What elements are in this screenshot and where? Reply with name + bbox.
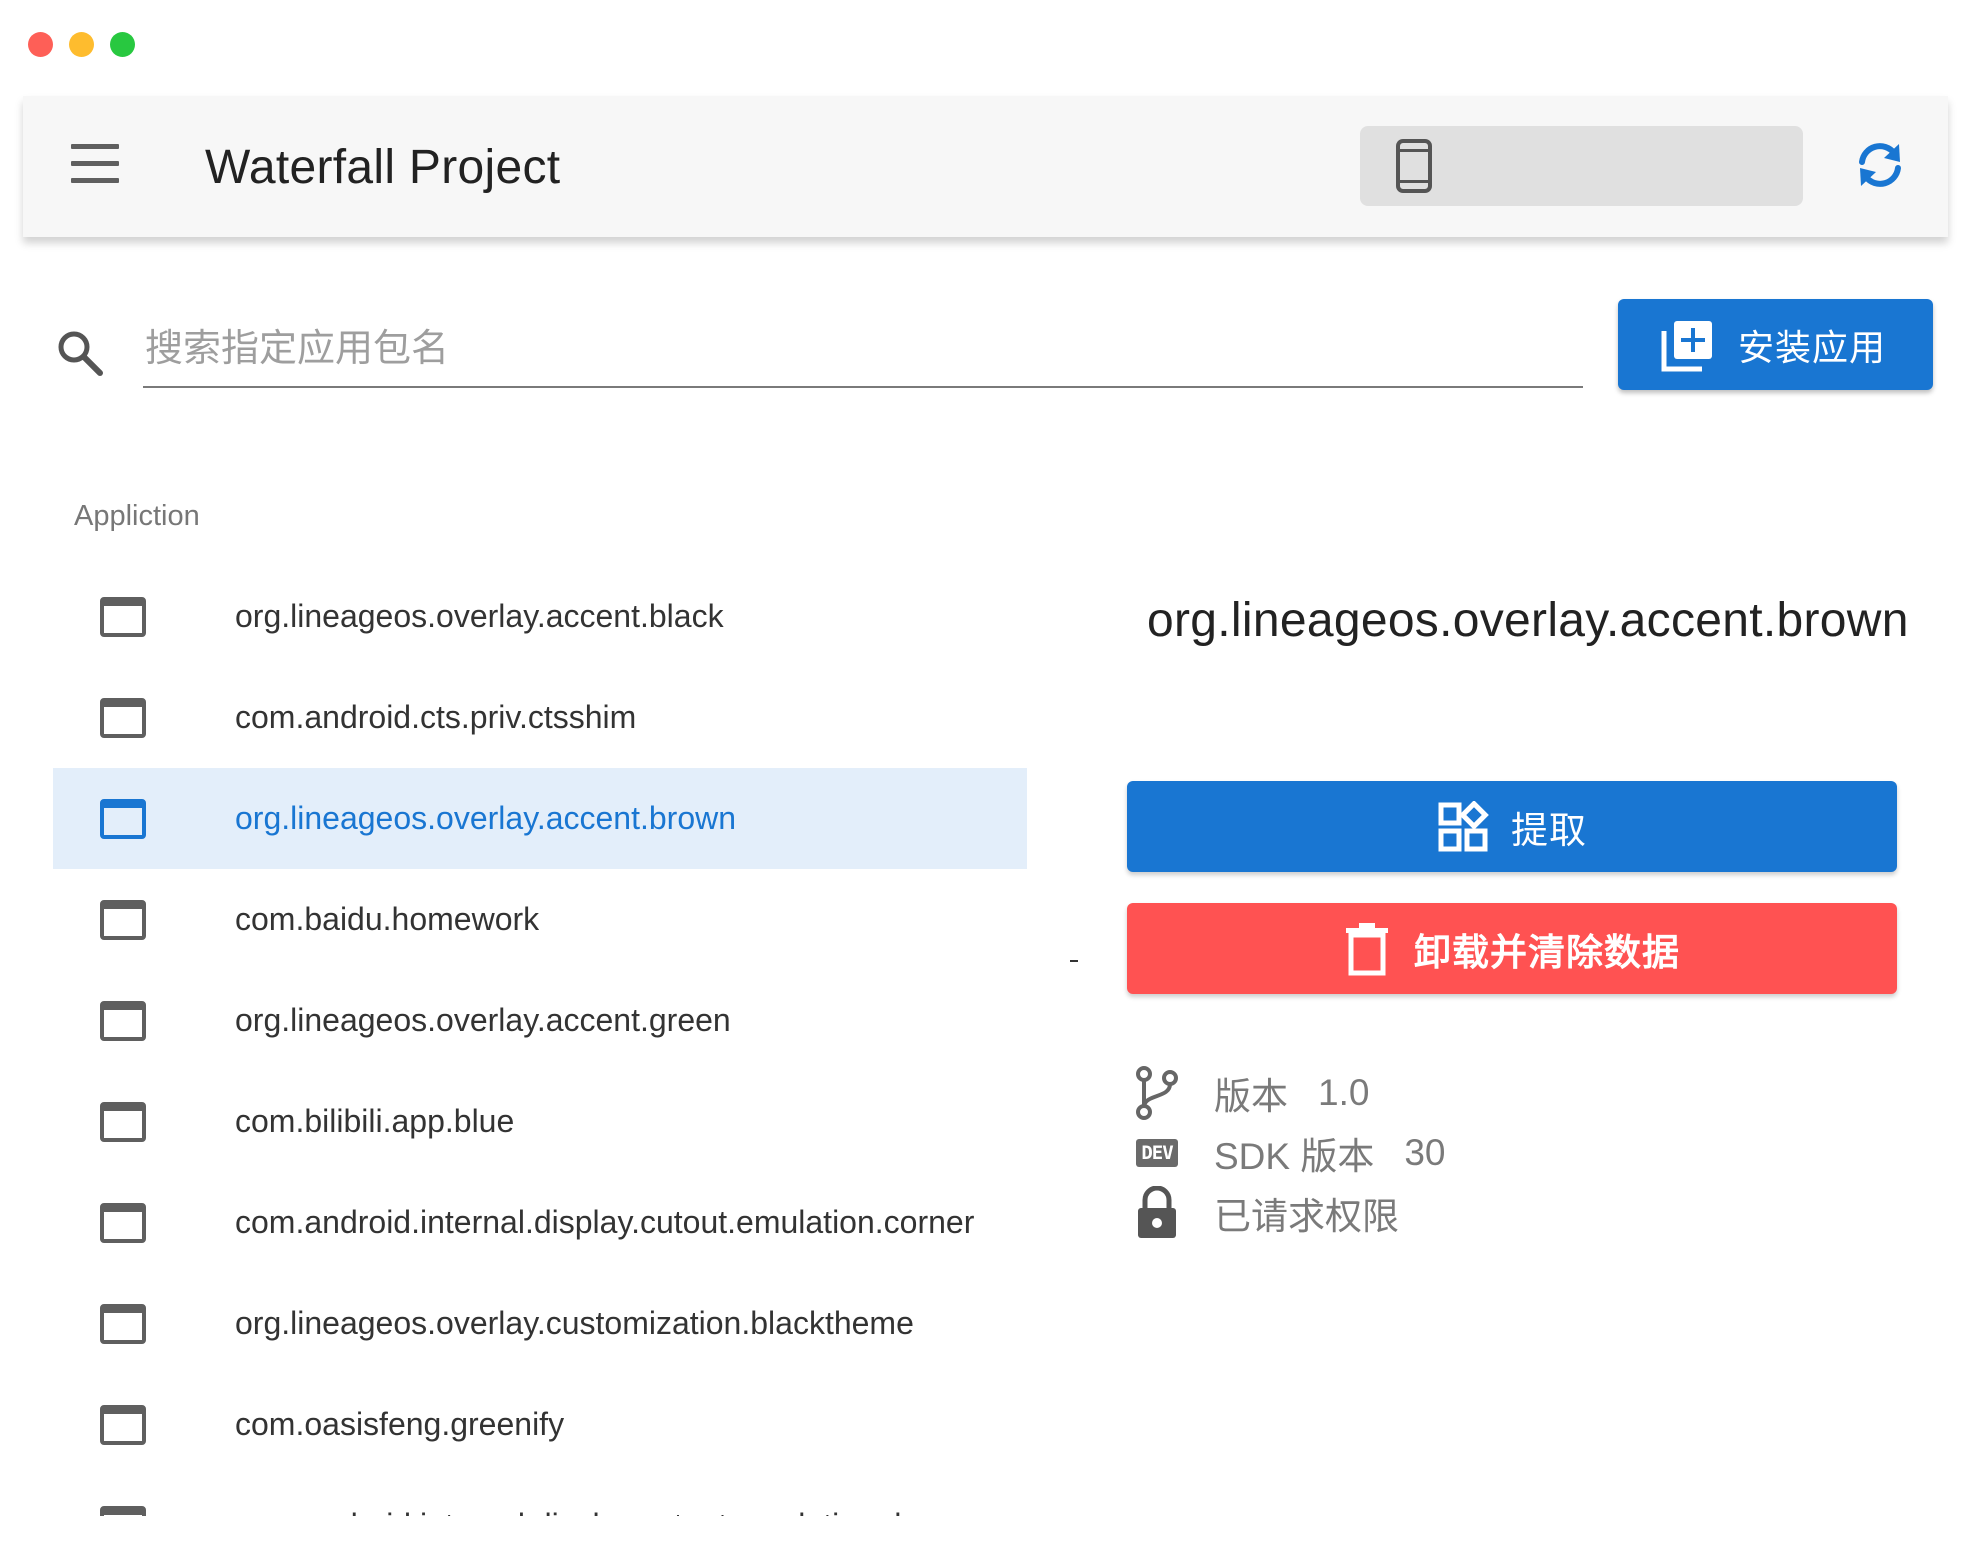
search-icon xyxy=(58,331,103,376)
package-name: com.bilibili.app.blue xyxy=(235,1103,515,1139)
widgets-icon xyxy=(1438,800,1489,851)
menu-icon[interactable] xyxy=(71,144,119,184)
refresh-icon[interactable] xyxy=(1851,136,1909,194)
uninstall-button[interactable]: 卸载并清除数据 xyxy=(1127,903,1897,994)
sdk-value: 30 xyxy=(1404,1132,1446,1173)
add-to-library-icon xyxy=(1661,320,1712,371)
version-value: 1.0 xyxy=(1318,1072,1370,1113)
version-label: 版本 xyxy=(1214,1076,1288,1117)
window-icon xyxy=(100,1102,146,1142)
app-bar: Waterfall Project xyxy=(23,96,1948,237)
search-input[interactable] xyxy=(143,312,1583,388)
list-item-selected[interactable]: org.lineageos.overlay.accent.brown xyxy=(53,768,1027,869)
list-item[interactable]: com.android.internal.display.cutout.emul… xyxy=(53,1475,1027,1516)
package-name: org.lineageos.overlay.accent.green xyxy=(235,1002,731,1038)
install-app-button[interactable]: 安装应用 xyxy=(1618,299,1933,390)
minimize-window-button[interactable] xyxy=(69,32,94,57)
package-name: org.lineageos.overlay.customization.blac… xyxy=(235,1305,914,1341)
sdk-row: DEV SDK 版本 30 xyxy=(1130,1126,1446,1180)
window-icon xyxy=(100,799,146,839)
phone-icon xyxy=(1396,139,1432,193)
window-icon xyxy=(100,1304,146,1344)
device-selector[interactable] xyxy=(1360,126,1803,206)
uninstall-label: 卸载并清除数据 xyxy=(1414,931,1680,973)
window-icon xyxy=(100,1506,146,1516)
dev-icon: DEV xyxy=(1130,1126,1184,1180)
list-item[interactable]: org.lineageos.overlay.accent.black xyxy=(53,566,1027,667)
detail-title: org.lineageos.overlay.accent.brown xyxy=(1147,594,1909,647)
lock-icon xyxy=(1130,1186,1184,1240)
app-list[interactable]: org.lineageos.overlay.accent.black com.a… xyxy=(53,566,1027,1516)
version-row: 版本 1.0 xyxy=(1130,1066,1369,1120)
list-item[interactable]: com.baidu.homework xyxy=(53,869,1027,970)
app-title: Waterfall Project xyxy=(205,141,561,194)
dev-badge: DEV xyxy=(1136,1139,1178,1167)
package-name: com.baidu.homework xyxy=(235,901,540,937)
extract-label: 提取 xyxy=(1511,809,1587,851)
package-name: org.lineageos.overlay.accent.brown xyxy=(235,800,737,836)
section-label: Appliction xyxy=(74,500,200,532)
window-icon xyxy=(100,698,146,738)
list-item[interactable]: com.oasisfeng.greenify xyxy=(53,1374,1027,1475)
branch-icon xyxy=(1130,1066,1184,1120)
package-name: org.lineageos.overlay.accent.black xyxy=(235,598,724,634)
list-item[interactable]: com.bilibili.app.blue xyxy=(53,1071,1027,1172)
list-item[interactable]: com.android.cts.priv.ctsshim xyxy=(53,667,1027,768)
app-window: Waterfall Project 安装应用 Appl xyxy=(0,0,1983,1548)
install-app-label: 安装应用 xyxy=(1738,326,1887,368)
package-name: com.android.internal.display.cutout.emul… xyxy=(235,1507,975,1516)
window-icon xyxy=(100,1405,146,1445)
permissions-label: 已请求权限 xyxy=(1214,1196,1399,1237)
list-item[interactable]: org.lineageos.overlay.customization.blac… xyxy=(53,1273,1027,1374)
maximize-window-button[interactable] xyxy=(110,32,135,57)
divider xyxy=(1070,960,1078,962)
list-item[interactable]: com.android.internal.display.cutout.emul… xyxy=(53,1172,1027,1273)
window-controls xyxy=(28,32,135,57)
package-name: com.oasisfeng.greenify xyxy=(235,1406,565,1442)
permissions-row[interactable]: 已请求权限 xyxy=(1130,1186,1399,1240)
extract-button[interactable]: 提取 xyxy=(1127,781,1897,872)
window-icon xyxy=(100,1001,146,1041)
trash-icon xyxy=(1346,922,1388,975)
window-icon xyxy=(100,1203,146,1243)
package-name: com.android.internal.display.cutout.emul… xyxy=(235,1204,975,1240)
package-name: com.android.cts.priv.ctsshim xyxy=(235,699,637,735)
close-window-button[interactable] xyxy=(28,32,53,57)
list-item[interactable]: org.lineageos.overlay.accent.green xyxy=(53,970,1027,1071)
window-icon xyxy=(100,597,146,637)
sdk-label: SDK 版本 xyxy=(1214,1136,1375,1177)
window-icon xyxy=(100,900,146,940)
